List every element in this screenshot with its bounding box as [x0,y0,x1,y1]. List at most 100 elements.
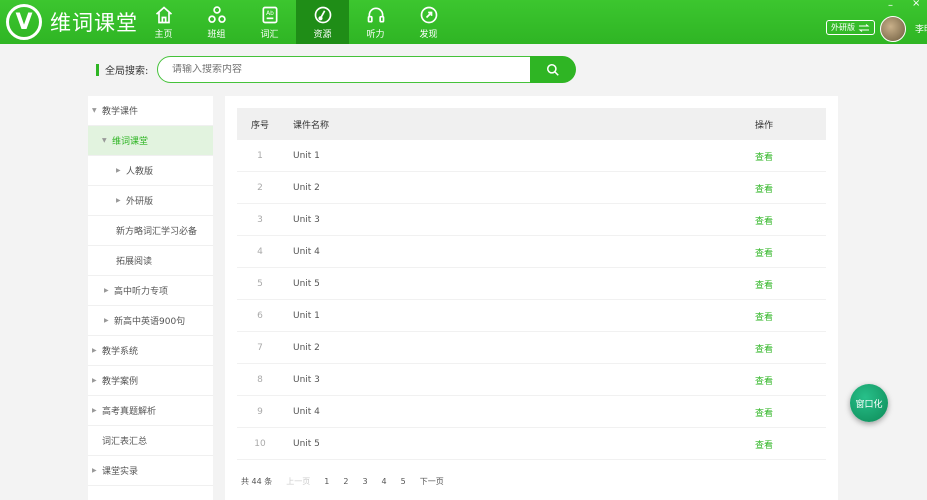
nav-home[interactable]: 主页 [137,0,190,44]
nav-resource[interactable]: 资源 [296,0,349,44]
row-no: 3 [257,215,263,225]
search-label-marker [96,63,99,76]
row-no: 7 [257,343,263,353]
page-button[interactable]: 2 [343,477,348,486]
close-icon[interactable]: × [912,0,920,9]
minimize-icon[interactable]: – [888,0,893,11]
sidebar-item-label: 教学系统 [102,347,139,357]
table-row: 8 Unit 3 查看 [237,364,826,396]
table-row: 9 Unit 4 查看 [237,396,826,428]
row-name: Unit 3 [293,375,320,385]
table-row: 4 Unit 4 查看 [237,236,826,268]
nav-label: 听力 [366,29,385,40]
table-row: 1 Unit 1 查看 [237,140,826,172]
expand-arrow-icon: ▶ [116,167,121,174]
swap-icon [858,23,870,32]
nav-label: 主页 [154,29,173,40]
username[interactable]: 李明 [915,22,927,35]
row-name: Unit 1 [293,311,320,321]
nav-label: 班组 [207,29,226,40]
sidebar-item-label: 教学案例 [102,377,139,387]
windowed-mode-button[interactable]: 窗口化 [850,384,888,422]
expand-arrow-icon: ▶ [92,377,97,384]
nav-discover[interactable]: 发现 [402,0,455,44]
header-no: 序号 [250,120,269,131]
prev-page-button[interactable]: 上一页 [286,476,310,487]
table-row: 2 Unit 2 查看 [237,172,826,204]
sidebar-item-label: 人教版 [126,167,154,177]
search-button[interactable] [530,56,576,83]
category-sidebar: ▼ 教学课件 ▼ 维词课堂 ▶ 人教版 ▶ 外研版 新方略词汇学习必备 拓展阅读 ▶ 高中… [88,96,213,500]
row-name: Unit 4 [293,247,320,257]
app-logo[interactable]: V 维词课堂 [6,4,138,40]
search-label: 全局搜索: [105,66,149,77]
sidebar-item-weici-classroom[interactable]: ▼ 维词课堂 [88,126,213,156]
page-button[interactable]: 1 [324,477,329,486]
nav-label: 资源 [313,29,332,40]
row-no: 1 [257,151,263,161]
search-icon [546,63,559,76]
expand-arrow-icon: ▶ [104,317,109,324]
view-link[interactable]: 查看 [755,172,773,204]
view-link[interactable]: 查看 [755,268,773,300]
view-link[interactable]: 查看 [755,332,773,364]
sidebar-item-teaching-system[interactable]: ▶ 教学系统 [88,336,213,366]
sidebar-item-exam-analysis[interactable]: ▶ 高考真题解析 [88,396,213,426]
view-link[interactable]: 查看 [755,204,773,236]
expand-arrow-icon: ▶ [92,407,97,414]
table-row: 6 Unit 1 查看 [237,300,826,332]
sidebar-item-label: 拓展阅读 [116,257,153,267]
sidebar-item-pep[interactable]: ▶ 人教版 [88,156,213,186]
view-link[interactable]: 查看 [755,396,773,428]
sidebar-item-listening[interactable]: ▶ 高中听力专项 [88,276,213,306]
svg-text:Ab: Ab [266,11,274,17]
sidebar-item-teaching-cases[interactable]: ▶ 教学案例 [88,366,213,396]
expand-arrow-icon: ▶ [104,287,109,294]
sidebar-item-vocab-summary[interactable]: 词汇表汇总 [88,426,213,456]
view-link[interactable]: 查看 [755,300,773,332]
view-link[interactable]: 查看 [755,428,773,460]
top-bar: V 维词课堂 主页 班组 Ab 词汇 资源 听力 发现 外研版 李 – × [0,0,927,44]
sidebar-item-label: 维词课堂 [112,137,149,147]
sidebar-item-courseware[interactable]: ▼ 教学课件 [88,96,213,126]
courseware-panel: 序号 课件名称 操作 1 Unit 1 查看 2 Unit 2 查看 3 Unit 3 查看… [225,96,838,500]
edition-switch-button[interactable]: 外研版 [826,20,875,35]
sidebar-item-label: 词汇表汇总 [102,437,148,447]
sidebar-item-classroom-records[interactable]: ▶ 课堂实录 [88,456,213,486]
header-name: 课件名称 [293,120,330,131]
pagination: 共 44 条 上一页 1 2 3 4 5 下一页 [241,476,458,487]
sidebar-item-label: 教学课件 [102,107,139,117]
page-button[interactable]: 3 [362,477,367,486]
page-button[interactable]: 4 [382,477,387,486]
table-row: 3 Unit 3 查看 [237,204,826,236]
view-link[interactable]: 查看 [755,236,773,268]
row-name: Unit 2 [293,183,320,193]
sidebar-item-vocab-essentials[interactable]: 新方略词汇学习必备 [88,216,213,246]
nav-vocabulary[interactable]: Ab 词汇 [243,0,296,44]
view-link[interactable]: 查看 [755,364,773,396]
nav-listening[interactable]: 听力 [349,0,402,44]
row-no: 9 [257,407,263,417]
page-button[interactable]: 5 [401,477,406,486]
table-row: 10 Unit 5 查看 [237,428,826,460]
headphones-icon [367,7,384,22]
sidebar-item-fltrp[interactable]: ▶ 外研版 [88,186,213,216]
avatar[interactable] [880,16,906,42]
row-name: Unit 5 [293,279,320,289]
expand-arrow-icon: ▶ [92,467,97,474]
row-no: 6 [257,311,263,321]
collapse-arrow-icon: ▼ [92,107,97,114]
row-name: Unit 1 [293,151,320,161]
resource-icon [314,6,331,23]
nav-group[interactable]: 班组 [190,0,243,44]
sidebar-item-extended-reading[interactable]: 拓展阅读 [88,246,213,276]
sidebar-item-900-sentences[interactable]: ▶ 新高中英语900句 [88,306,213,336]
header-op: 操作 [755,120,774,131]
vocabulary-icon: Ab [262,6,277,23]
row-no: 5 [257,279,263,289]
search-input[interactable] [172,64,512,75]
row-no: 2 [257,183,263,193]
expand-arrow-icon: ▶ [116,197,121,204]
view-link[interactable]: 查看 [755,140,773,172]
next-page-button[interactable]: 下一页 [420,476,444,487]
